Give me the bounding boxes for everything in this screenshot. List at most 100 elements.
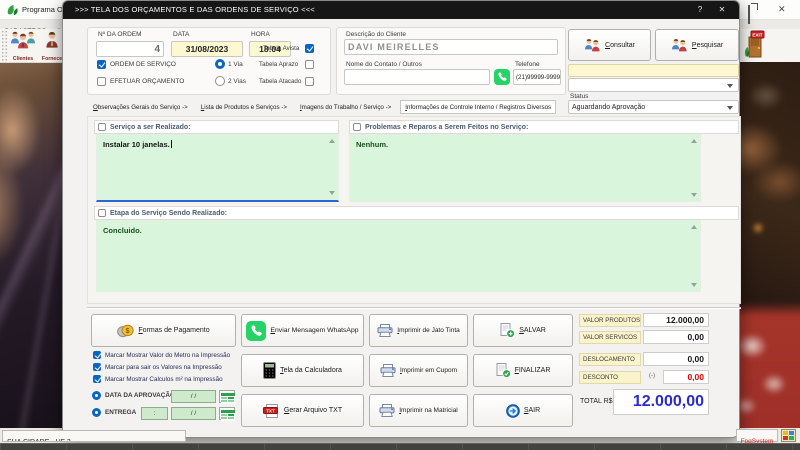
toolbar-button-clientes[interactable]: Clientes xyxy=(9,29,37,63)
scroll-up-icon[interactable] xyxy=(691,139,697,143)
servico-textarea[interactable]: Instalar 10 janelas. xyxy=(96,134,339,202)
print-inkjet-button[interactable]: Imprimir de Jato Tinta xyxy=(369,314,468,347)
save-label: SALVAR xyxy=(519,327,546,334)
dialog-help-button[interactable]: ? xyxy=(693,4,707,16)
service-order-dialog: >>> TELA DOS ORÇAMENTOS E DAS ORDENS DE … xyxy=(62,0,741,438)
delivery-date-input[interactable]: / / xyxy=(171,407,216,420)
contact-input[interactable] xyxy=(344,69,490,85)
save-plus-icon xyxy=(500,323,516,338)
tabela-atacado-checkbox[interactable] xyxy=(305,77,314,86)
tabela-aprazo-checkbox[interactable] xyxy=(305,60,314,69)
coins-icon: $ xyxy=(117,324,135,337)
problemas-label: Problemas e Reparos a Serem Feitos no Se… xyxy=(365,123,529,131)
save-button[interactable]: SALVAR xyxy=(473,314,573,347)
finalize-button[interactable]: FINALIZAR xyxy=(473,354,573,387)
servico-text: Instalar 10 janelas. xyxy=(103,140,172,149)
order-input[interactable]: 4 xyxy=(96,41,164,57)
scroll-down-icon[interactable] xyxy=(691,283,697,287)
tabela-avista-label: Tabela Avista xyxy=(263,45,300,52)
date-label: DATA xyxy=(173,31,190,38)
delivery-bullet[interactable] xyxy=(92,408,101,417)
approval-date-input[interactable]: / / xyxy=(171,390,216,403)
screen: Programa OS S ✕ CADASTROS AG Clientes Fo… xyxy=(0,0,800,450)
whatsapp-message-button[interactable]: Enviar Mensagem WhatsApp xyxy=(241,314,364,347)
efetuar-orcamento-checkbox[interactable] xyxy=(97,77,106,86)
menubar: CADASTROS AG xyxy=(0,20,64,29)
search-button[interactable]: Pesquisar xyxy=(655,29,739,61)
total-row-value: 0,00 xyxy=(643,352,709,366)
extra-field[interactable] xyxy=(568,64,739,77)
problemas-header: Problemas e Reparos a Serem Feitos no Se… xyxy=(349,120,739,134)
servico-checkbox[interactable] xyxy=(98,123,106,131)
payment-methods-button[interactable]: $ Formas de Pagamento xyxy=(91,314,236,347)
client-input[interactable]: DAVI MEIRELLES xyxy=(344,39,558,55)
dialog-close-button[interactable]: ✕ xyxy=(715,4,729,16)
clients-icon xyxy=(11,31,35,49)
tab-lista-produtos[interactable]: Lista de Produtos e Serviços -> xyxy=(197,101,291,113)
toolbar-gripper xyxy=(1,30,8,62)
total-row-label: DESLOCAMENTO xyxy=(579,353,641,366)
approval-calendar-button[interactable] xyxy=(219,390,235,404)
search-people-icon xyxy=(671,38,687,51)
tab-imagens[interactable]: Imagens do Trabalho / Serviço -> xyxy=(296,101,395,113)
printer-icon xyxy=(377,324,393,337)
exit-door-icon: EXIT xyxy=(744,30,765,58)
consult-button[interactable]: Consultar xyxy=(568,29,651,61)
approval-date-bullet[interactable] xyxy=(92,391,101,400)
svg-text:$: $ xyxy=(126,328,130,335)
background-photo-left xyxy=(0,63,62,431)
dialog-title: >>> TELA DOS ORÇAMENTOS E DAS ORDENS DE … xyxy=(75,5,315,14)
via2-label: 2 Vias xyxy=(228,78,246,85)
extra-combobox[interactable] xyxy=(568,78,739,92)
status-combobox[interactable]: Aguardando Aprovação xyxy=(568,100,739,114)
print-opt1-checkbox[interactable] xyxy=(93,351,101,359)
exit-sign-text: EXIT xyxy=(752,32,762,37)
restore-button[interactable] xyxy=(748,5,750,24)
delivery-time-input[interactable]: : xyxy=(141,407,168,420)
calculator-button[interactable]: Tela da Calculadora xyxy=(241,354,364,387)
delivery-calendar-button[interactable] xyxy=(219,407,235,421)
print-receipt-button[interactable]: Imprimir em Cupom xyxy=(369,354,468,387)
client-label: Descrição do Cliente xyxy=(346,31,406,38)
calculator-label: Tela da Calculadora xyxy=(280,367,342,374)
tab-observacoes[interactable]: Observações Gerais do Serviço -> xyxy=(89,101,192,113)
servico-label: Serviço a ser Realizado: xyxy=(110,123,191,131)
finalize-check-icon xyxy=(496,363,511,378)
tab-controle-interno[interactable]: Informações de Controle Interno / Regist… xyxy=(400,100,557,114)
exit-dialog-button[interactable]: SAIR xyxy=(473,394,573,427)
app-logo-icon xyxy=(7,5,18,16)
total-row-value: 12.000,00 xyxy=(643,313,709,327)
print-receipt-label: Imprimir em Cupom xyxy=(399,367,458,374)
scroll-down-icon[interactable] xyxy=(691,193,697,197)
toolbar-button-exit[interactable]: EXIT xyxy=(742,30,766,59)
etapa-checkbox[interactable] xyxy=(98,209,106,217)
etapa-text: Concluido. xyxy=(103,226,142,235)
print-matrix-button[interactable]: Imprimir na Matricial xyxy=(369,394,468,427)
whatsapp-small-icon[interactable] xyxy=(494,69,510,85)
tabela-avista-checkbox[interactable] xyxy=(305,44,314,53)
generate-txt-button[interactable]: TXT Gerar Arquivo TXT xyxy=(241,394,364,427)
problemas-checkbox[interactable] xyxy=(353,123,361,131)
print-opt2-checkbox[interactable] xyxy=(93,363,101,371)
via2-radio[interactable] xyxy=(215,76,225,86)
print-opt3-checkbox[interactable] xyxy=(93,375,101,383)
statusbar-brand-panel: FpqSystem xyxy=(736,429,778,445)
finalize-label: FINALIZAR xyxy=(514,367,551,374)
ordem-servico-checkbox[interactable] xyxy=(97,60,106,69)
search-button-label: Pesquisar xyxy=(691,41,724,49)
tab-bar: Observações Gerais do Serviço -> Lista d… xyxy=(89,99,557,115)
problemas-textarea[interactable]: Nenhum. xyxy=(349,134,701,202)
scroll-down-icon[interactable] xyxy=(329,191,335,195)
window-close-button[interactable]: ✕ xyxy=(778,4,786,15)
print-opt3-label: Marcar Mostrar Calculos m² na Impressão xyxy=(105,375,223,383)
via1-radio[interactable] xyxy=(215,59,225,69)
phone-input[interactable]: (21)99999-9999 xyxy=(513,69,561,85)
consult-people-icon xyxy=(585,38,600,51)
generate-txt-label: Gerar Arquivo TXT xyxy=(283,407,343,414)
scroll-up-icon[interactable] xyxy=(329,139,335,143)
whatsapp-icon xyxy=(246,320,267,341)
etapa-textarea[interactable]: Concluido. xyxy=(96,220,701,292)
date-input[interactable]: 31/08/2023 xyxy=(171,41,243,57)
scroll-up-icon[interactable] xyxy=(691,225,697,229)
toolbar-label-clientes: Clientes xyxy=(12,56,34,62)
